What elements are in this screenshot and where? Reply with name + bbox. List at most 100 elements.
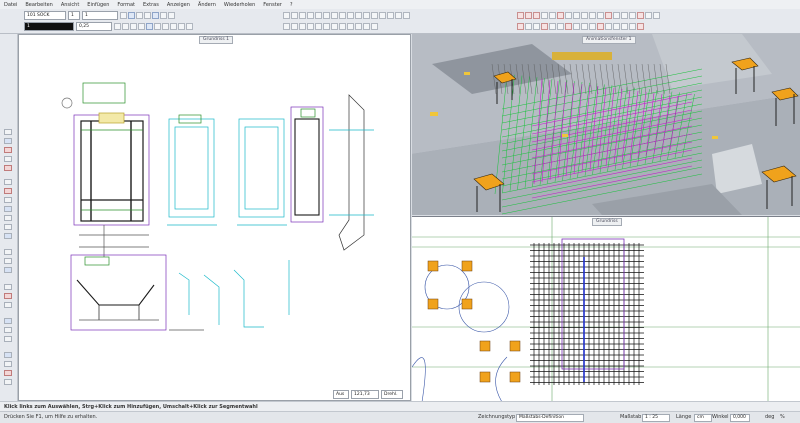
left-tool-22-icon[interactable] — [4, 352, 12, 358]
rebar-icon[interactable] — [339, 12, 346, 19]
wall-icon[interactable] — [283, 12, 290, 19]
stirrup-icon[interactable] — [355, 12, 362, 19]
menu-bearbeiten[interactable]: Bearbeiten — [21, 2, 56, 8]
section-icon[interactable] — [363, 12, 370, 19]
tool-15-icon[interactable] — [629, 12, 636, 19]
view-icon[interactable] — [371, 12, 378, 19]
line-icon[interactable] — [114, 23, 121, 30]
move-icon[interactable] — [283, 23, 290, 30]
tool-red-6-icon[interactable] — [557, 12, 564, 19]
menu-ansicht[interactable]: Ansicht — [57, 2, 83, 8]
paste-icon[interactable] — [144, 12, 151, 19]
left-tool-5-icon[interactable] — [4, 165, 12, 171]
scale-combo[interactable]: 1 — [68, 11, 80, 20]
tool-b-12-icon[interactable] — [605, 23, 612, 30]
drawing-2d-viewport[interactable]: Grundriss 1 — [18, 34, 411, 401]
opening-icon[interactable] — [323, 12, 330, 19]
left-tool-6-icon[interactable] — [4, 179, 12, 185]
left-tool-2-icon[interactable] — [4, 138, 12, 144]
tool-red-1-icon[interactable] — [517, 12, 524, 19]
left-tool-12-icon[interactable] — [4, 233, 12, 239]
layer-combo[interactable]: 101 SOCK — [24, 11, 66, 20]
left-tool-7-icon[interactable] — [4, 188, 12, 194]
scale-field[interactable]: 1 : 25 — [642, 414, 670, 422]
split-icon[interactable] — [347, 23, 354, 30]
tool-b-3-icon[interactable] — [533, 23, 540, 30]
view3d-tab[interactable]: Animationsfenster 1 — [582, 36, 636, 44]
properties-icon[interactable] — [371, 23, 378, 30]
zoom-icon[interactable] — [170, 23, 177, 30]
hatch-icon[interactable] — [162, 23, 169, 30]
tool-17-icon[interactable] — [645, 12, 652, 19]
left-tool-18-icon[interactable] — [4, 302, 12, 308]
left-tool-15-icon[interactable] — [4, 267, 12, 273]
menu-format[interactable]: Format — [113, 2, 139, 8]
mesh-icon[interactable] — [347, 12, 354, 19]
line-combo[interactable]: 1 — [82, 11, 118, 20]
plan-tab[interactable]: Grundriss — [592, 218, 622, 226]
tool-b-2-icon[interactable] — [525, 23, 532, 30]
color-combo[interactable]: 1 — [24, 22, 74, 31]
drawing-type-field[interactable]: Maßstabs-Definition — [516, 414, 584, 422]
left-tool-19-icon[interactable] — [4, 318, 12, 324]
tool-b-9-icon[interactable] — [581, 23, 588, 30]
column-icon[interactable] — [291, 12, 298, 19]
tool-red-3-icon[interactable] — [533, 12, 540, 19]
delete-icon[interactable] — [363, 23, 370, 30]
copy-icon[interactable] — [136, 12, 143, 19]
tool-14-icon[interactable] — [621, 12, 628, 19]
left-tool-20-icon[interactable] — [4, 327, 12, 333]
left-tool-23-icon[interactable] — [4, 361, 12, 367]
left-tool-25-icon[interactable] — [4, 379, 12, 385]
tool-11-icon[interactable] — [597, 12, 604, 19]
menu-anzeigen[interactable]: Anzeigen — [163, 2, 194, 8]
tool-13-icon[interactable] — [613, 12, 620, 19]
left-tool-24-icon[interactable] — [4, 370, 12, 376]
menu-help[interactable]: ? — [286, 2, 297, 8]
left-tool-4-icon[interactable] — [4, 156, 12, 162]
tool-b-5-icon[interactable] — [549, 23, 556, 30]
trim-icon[interactable] — [315, 23, 322, 30]
tool-red-12-icon[interactable] — [605, 12, 612, 19]
tool-8-icon[interactable] — [573, 12, 580, 19]
report-icon[interactable] — [395, 12, 402, 19]
circle-icon[interactable] — [138, 23, 145, 30]
angle-field[interactable]: 0,000 — [730, 414, 750, 422]
tool-18-icon[interactable] — [653, 12, 660, 19]
pen-width-combo[interactable]: 0,25 — [76, 22, 112, 31]
list-icon[interactable] — [387, 12, 394, 19]
text-icon[interactable] — [146, 23, 153, 30]
foundation-icon[interactable] — [331, 12, 338, 19]
redo-icon[interactable] — [168, 12, 175, 19]
grid-icon[interactable] — [186, 23, 193, 30]
zoom-unit-combo[interactable]: Drehl. — [381, 389, 403, 399]
polyline-icon[interactable] — [122, 23, 129, 30]
tool-b-1-icon[interactable] — [517, 23, 524, 30]
tool-b-6-icon[interactable] — [557, 23, 564, 30]
left-tool-10-icon[interactable] — [4, 215, 12, 221]
tool-b-8-icon[interactable] — [573, 23, 580, 30]
print-icon[interactable] — [403, 12, 410, 19]
layout-icon[interactable] — [379, 12, 386, 19]
tool-b-10-icon[interactable] — [589, 23, 596, 30]
menu-aendern[interactable]: Ändern — [194, 2, 220, 8]
menu-einfuegen[interactable]: Einfügen — [83, 2, 113, 8]
menu-extras[interactable]: Extras — [139, 2, 163, 8]
tool-red-16-icon[interactable] — [637, 12, 644, 19]
dimension-icon[interactable] — [154, 23, 161, 30]
drawing-tab[interactable]: Grundriss 1 — [199, 36, 233, 44]
tool-b-13-icon[interactable] — [613, 23, 620, 30]
left-tool-16-icon[interactable] — [4, 284, 12, 290]
slab-icon[interactable] — [307, 12, 314, 19]
left-tool-21-icon[interactable] — [4, 336, 12, 342]
menu-fenster[interactable]: Fenster — [259, 2, 286, 8]
measure-icon[interactable] — [152, 12, 159, 19]
stair-icon[interactable] — [315, 12, 322, 19]
tool-9-icon[interactable] — [581, 12, 588, 19]
tool-4-icon[interactable] — [541, 12, 548, 19]
rectangle-icon[interactable] — [130, 23, 137, 30]
zoom-value-input[interactable]: 121,73 — [351, 389, 379, 399]
left-tool-3-icon[interactable] — [4, 147, 12, 153]
zoom-mode-combo[interactable]: Aus — [333, 389, 349, 399]
menu-datei[interactable]: Datei — [0, 2, 21, 8]
